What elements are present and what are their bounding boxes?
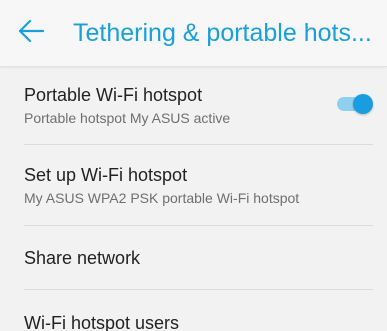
- arrow-left-icon: [17, 19, 45, 48]
- setting-share-network[interactable]: Share network: [0, 226, 387, 288]
- setting-title: Wi-Fi hotspot users: [24, 313, 180, 331]
- setting-title: Set up Wi-Fi hotspot: [24, 165, 188, 185]
- settings-screen: Tethering & portable hots... Portable Wi…: [0, 0, 387, 331]
- setting-title: Portable Wi-Fi hotspot: [24, 85, 203, 105]
- page-title: Tethering & portable hots...: [73, 19, 372, 47]
- setting-setup-hotspot[interactable]: Set up Wi-Fi hotspot My ASUS WPA2 PSK po…: [0, 145, 387, 224]
- setting-portable-hotspot[interactable]: Portable Wi-Fi hotspot Portable hotspot …: [0, 67, 387, 144]
- setting-hotspot-users[interactable]: Wi-Fi hotspot users: [0, 290, 387, 331]
- setting-subtitle: Portable hotspot My ASUS active: [24, 110, 231, 126]
- toggle-thumb: [353, 94, 373, 114]
- hotspot-toggle[interactable]: [335, 92, 375, 114]
- setting-subtitle: My ASUS WPA2 PSK portable Wi-Fi hotspot: [24, 190, 300, 206]
- setting-title: Share network: [24, 248, 141, 268]
- app-bar: Tethering & portable hots...: [0, 0, 387, 67]
- back-button[interactable]: [14, 16, 48, 50]
